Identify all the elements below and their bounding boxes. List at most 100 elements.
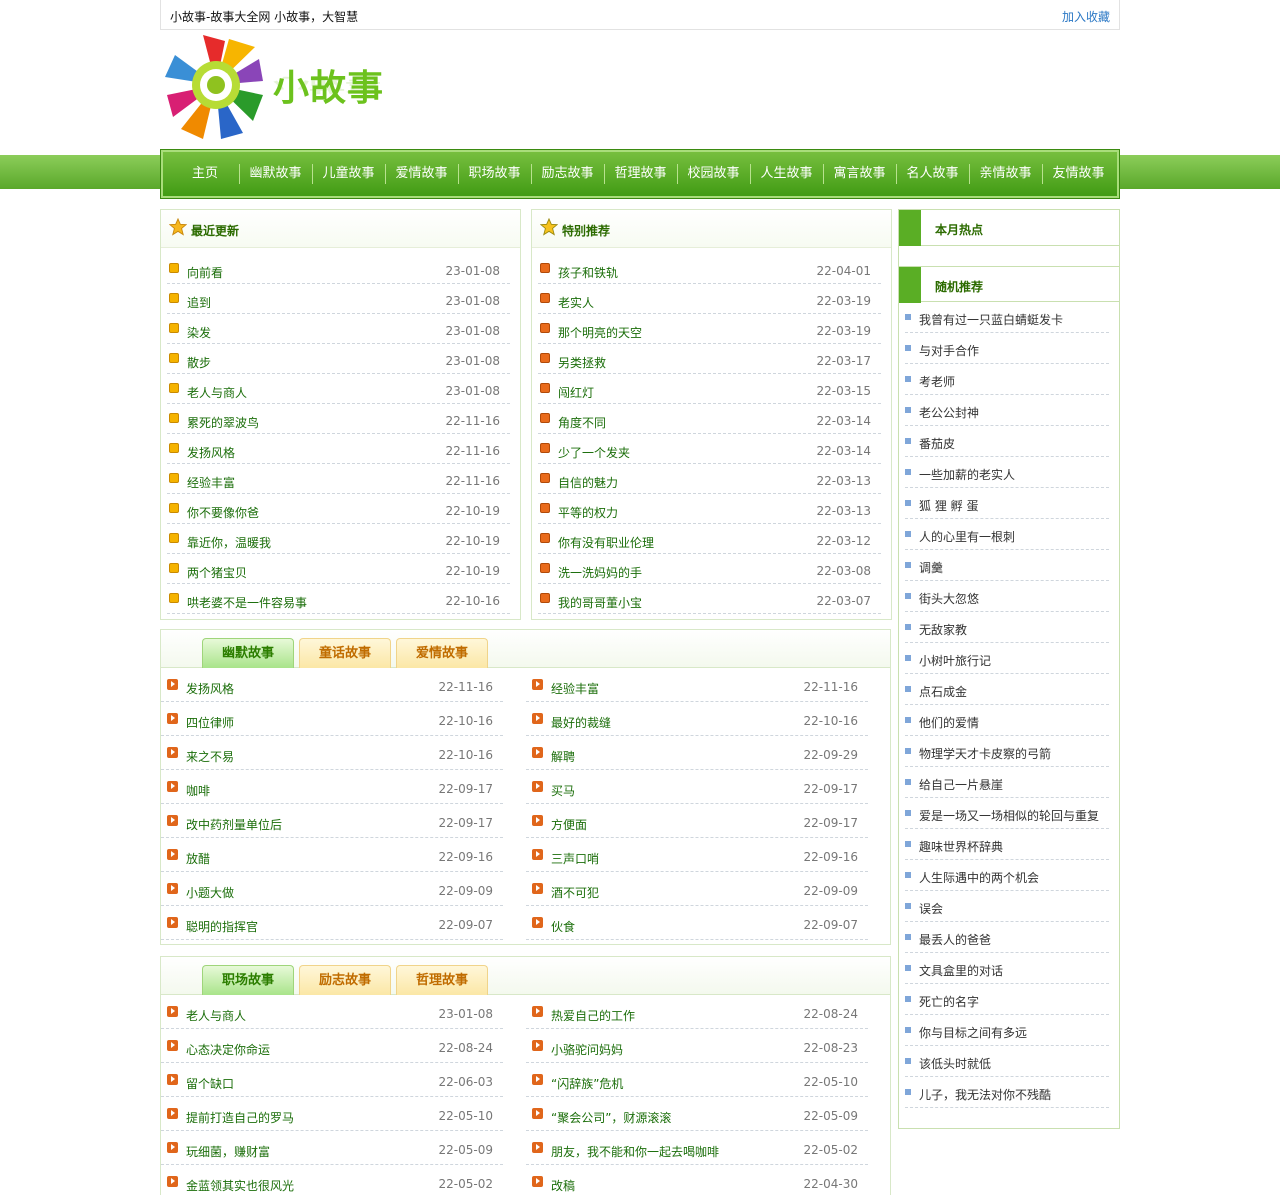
tab-philosophy[interactable]: 哲理故事 bbox=[396, 965, 488, 995]
list-item[interactable]: “闪辞族”危机 22-05-10 bbox=[526, 1063, 868, 1097]
list-item[interactable]: 人生际遇中的两个机会 bbox=[905, 860, 1109, 891]
list-item[interactable]: 两个猪宝贝 22-10-19 bbox=[167, 554, 510, 584]
item-title[interactable]: 老实人 bbox=[558, 294, 594, 311]
item-title[interactable]: 他们的爱情 bbox=[919, 714, 979, 731]
item-title[interactable]: 另类拯救 bbox=[558, 354, 606, 371]
list-item[interactable]: 爱是一场又一场相似的轮回与重复 bbox=[905, 798, 1109, 829]
item-title[interactable]: 孩子和铁轨 bbox=[558, 264, 618, 281]
item-title[interactable]: 该低头时就低 bbox=[919, 1055, 991, 1072]
nav-item-life[interactable]: 人生故事 bbox=[750, 150, 823, 198]
list-item[interactable]: 染发 23-01-08 bbox=[167, 314, 510, 344]
tab-inspirational[interactable]: 励志故事 bbox=[299, 965, 391, 995]
item-title[interactable]: 经验丰富 bbox=[551, 680, 599, 697]
list-item[interactable]: 物理学天才卡皮察的弓箭 bbox=[905, 736, 1109, 767]
tab-workplace[interactable]: 职场故事 bbox=[202, 965, 294, 995]
list-item[interactable]: 来之不易 22-10-16 bbox=[161, 736, 503, 770]
nav-item-workplace[interactable]: 职场故事 bbox=[458, 150, 531, 198]
list-item[interactable]: 人的心里有一根刺 bbox=[905, 519, 1109, 550]
item-title[interactable]: 解聘 bbox=[551, 748, 575, 765]
list-item[interactable]: 累死的翠波鸟 22-11-16 bbox=[167, 404, 510, 434]
item-title[interactable]: 靠近你，温暖我 bbox=[187, 534, 271, 551]
item-title[interactable]: “聚会公司”，财源滚滚 bbox=[551, 1109, 671, 1126]
list-item[interactable]: 我曾有过一只蓝白蜻蜓发卡 bbox=[905, 302, 1109, 333]
list-item[interactable]: 你不要像你爸 22-10-19 bbox=[167, 494, 510, 524]
list-item[interactable]: 心态决定你命运 22-08-24 bbox=[161, 1029, 503, 1063]
list-item[interactable]: 角度不同 22-03-14 bbox=[538, 404, 881, 434]
item-title[interactable]: 热爱自己的工作 bbox=[551, 1007, 635, 1024]
list-item[interactable]: 哄老婆不是一件容易事 22-10-16 bbox=[167, 584, 510, 614]
item-title[interactable]: 经验丰富 bbox=[187, 474, 235, 491]
item-title[interactable]: 与对手合作 bbox=[919, 342, 979, 359]
list-item[interactable]: 你与目标之间有多远 bbox=[905, 1015, 1109, 1046]
list-item[interactable]: “聚会公司”，财源滚滚 22-05-09 bbox=[526, 1097, 868, 1131]
list-item[interactable]: 少了一个发夹 22-03-14 bbox=[538, 434, 881, 464]
list-item[interactable]: 该低头时就低 bbox=[905, 1046, 1109, 1077]
list-item[interactable]: 留个缺口 22-06-03 bbox=[161, 1063, 503, 1097]
list-item[interactable]: 死亡的名字 bbox=[905, 984, 1109, 1015]
list-item[interactable]: 点石成金 bbox=[905, 674, 1109, 705]
item-title[interactable]: 给自己一片悬崖 bbox=[919, 776, 1003, 793]
item-title[interactable]: 番茄皮 bbox=[919, 435, 955, 452]
nav-item-campus[interactable]: 校园故事 bbox=[677, 150, 750, 198]
list-item[interactable]: 咖啡 22-09-17 bbox=[161, 770, 503, 804]
list-item[interactable]: 发扬风格 22-11-16 bbox=[161, 668, 503, 702]
list-item[interactable]: 考老师 bbox=[905, 364, 1109, 395]
nav-item-friendship[interactable]: 友情故事 bbox=[1042, 150, 1115, 198]
item-title[interactable]: 买马 bbox=[551, 782, 575, 799]
item-title[interactable]: 酒不可犯 bbox=[551, 884, 599, 901]
item-title[interactable]: 趣味世界杯辞典 bbox=[919, 838, 1003, 855]
list-item[interactable]: 散步 23-01-08 bbox=[167, 344, 510, 374]
list-item[interactable]: 小题大做 22-09-09 bbox=[161, 872, 503, 906]
list-item[interactable]: 洗一洗妈妈的手 22-03-08 bbox=[538, 554, 881, 584]
nav-item-family[interactable]: 亲情故事 bbox=[969, 150, 1042, 198]
item-title[interactable]: 儿子，我无法对你不残酷 bbox=[919, 1086, 1051, 1103]
list-item[interactable]: 老人与商人 23-01-08 bbox=[167, 374, 510, 404]
list-item[interactable]: 平等的权力 22-03-13 bbox=[538, 494, 881, 524]
item-title[interactable]: 少了一个发夹 bbox=[558, 444, 630, 461]
item-title[interactable]: 自信的魅力 bbox=[558, 474, 618, 491]
item-title[interactable]: 点石成金 bbox=[919, 683, 967, 700]
item-title[interactable]: 老人与商人 bbox=[186, 1007, 246, 1024]
list-item[interactable]: 文具盒里的对话 bbox=[905, 953, 1109, 984]
list-item[interactable]: 追到 23-01-08 bbox=[167, 284, 510, 314]
item-title[interactable]: 伙食 bbox=[551, 918, 575, 935]
list-item[interactable]: 与对手合作 bbox=[905, 333, 1109, 364]
list-item[interactable]: 小骆驼问妈妈 22-08-23 bbox=[526, 1029, 868, 1063]
list-item[interactable]: 儿子，我无法对你不残酷 bbox=[905, 1077, 1109, 1108]
list-item[interactable]: 误会 bbox=[905, 891, 1109, 922]
item-title[interactable]: 无敌家教 bbox=[919, 621, 967, 638]
list-item[interactable]: 酒不可犯 22-09-09 bbox=[526, 872, 868, 906]
tab-fairy-tale[interactable]: 童话故事 bbox=[299, 638, 391, 668]
list-item[interactable]: 调羹 bbox=[905, 550, 1109, 581]
item-title[interactable]: 改中药剂量单位后 bbox=[186, 816, 282, 833]
item-title[interactable]: 三声口哨 bbox=[551, 850, 599, 867]
list-item[interactable]: 最好的裁缝 22-10-16 bbox=[526, 702, 868, 736]
list-item[interactable]: 老人与商人 23-01-08 bbox=[161, 995, 503, 1029]
list-item[interactable]: 改稿 22-04-30 bbox=[526, 1165, 868, 1195]
list-item[interactable]: 我的哥哥董小宝 22-03-07 bbox=[538, 584, 881, 614]
list-item[interactable]: 那个明亮的天空 22-03-19 bbox=[538, 314, 881, 344]
item-title[interactable]: 哄老婆不是一件容易事 bbox=[187, 594, 307, 611]
item-title[interactable]: 聪明的指挥官 bbox=[186, 918, 258, 935]
list-item[interactable]: 玩细菌，赚财富 22-05-09 bbox=[161, 1131, 503, 1165]
list-item[interactable]: 改中药剂量单位后 22-09-17 bbox=[161, 804, 503, 838]
item-title[interactable]: 来之不易 bbox=[186, 748, 234, 765]
item-title[interactable]: 人生际遇中的两个机会 bbox=[919, 869, 1039, 886]
list-item[interactable]: 街头大忽悠 bbox=[905, 581, 1109, 612]
item-title[interactable]: 留个缺口 bbox=[186, 1075, 234, 1092]
item-title[interactable]: 方便面 bbox=[551, 816, 587, 833]
nav-item-children[interactable]: 儿童故事 bbox=[312, 150, 385, 198]
item-title[interactable]: 老人与商人 bbox=[187, 384, 247, 401]
item-title[interactable]: 四位律师 bbox=[186, 714, 234, 731]
nav-item-love[interactable]: 爱情故事 bbox=[385, 150, 458, 198]
item-title[interactable]: 我曾有过一只蓝白蜻蜓发卡 bbox=[919, 311, 1063, 328]
item-title[interactable]: 人的心里有一根刺 bbox=[919, 528, 1015, 545]
item-title[interactable]: 误会 bbox=[919, 900, 943, 917]
item-title[interactable]: 那个明亮的天空 bbox=[558, 324, 642, 341]
list-item[interactable]: 小树叶旅行记 bbox=[905, 643, 1109, 674]
item-title[interactable]: 闯红灯 bbox=[558, 384, 594, 401]
list-item[interactable]: 无敌家教 bbox=[905, 612, 1109, 643]
list-item[interactable]: 伙食 22-09-07 bbox=[526, 906, 868, 940]
list-item[interactable]: 靠近你，温暖我 22-10-19 bbox=[167, 524, 510, 554]
list-item[interactable]: 最丢人的爸爸 bbox=[905, 922, 1109, 953]
